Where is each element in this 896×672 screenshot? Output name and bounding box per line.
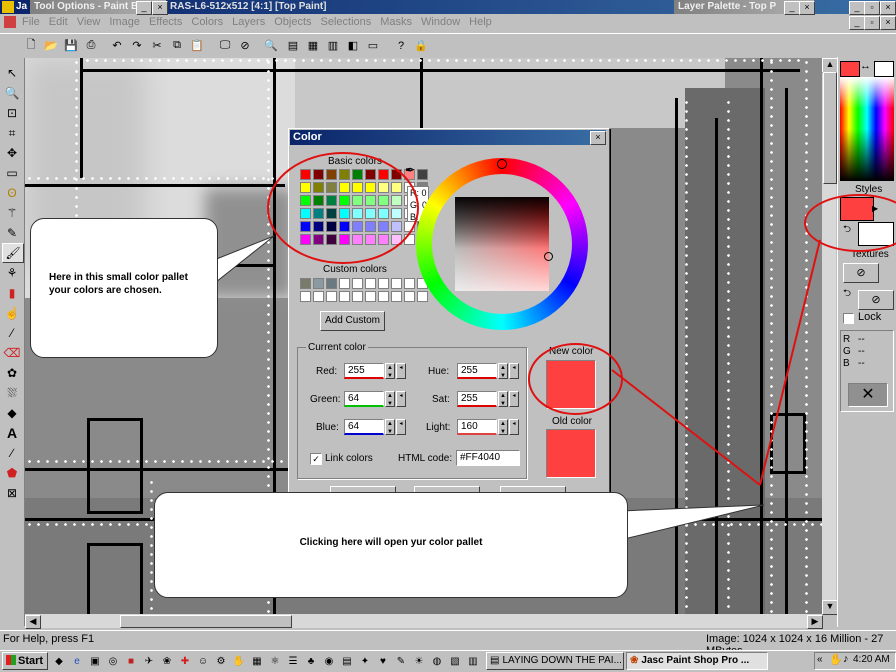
quicklaunch-icon-23[interactable]: ▧	[448, 655, 462, 668]
left-callout: Here in this small color pallet your col…	[30, 218, 218, 358]
quicklaunch-icon-7[interactable]: ❀	[160, 655, 174, 668]
quicklaunch-icon-18[interactable]: ✦	[358, 655, 372, 668]
quicklaunch-icon-5[interactable]: ■	[124, 655, 138, 668]
taskbar-task-2[interactable]: ❀ Jasc Paint Shop Pro ...	[626, 652, 768, 670]
task1-label: LAYING DOWN THE PAI...	[502, 655, 622, 666]
quicklaunch-icon-11[interactable]: ✋	[232, 655, 246, 668]
quicklaunch-icon-21[interactable]: ☀	[412, 655, 426, 668]
quicklaunch-icon-6[interactable]: ✈	[142, 655, 156, 668]
bottom-callout: Clicking here will open yur color pallet	[154, 492, 628, 598]
quicklaunch-icon-22[interactable]: ◍	[430, 655, 444, 668]
tray-volume-icon[interactable]: ♪	[843, 653, 849, 665]
quicklaunch-icon-9[interactable]: ☺	[196, 655, 210, 668]
quicklaunch-icon-12[interactable]: ▦	[250, 655, 264, 668]
quicklaunch-icon-10[interactable]: ⚙	[214, 655, 228, 668]
quicklaunch-icon-19[interactable]: ♥	[376, 655, 390, 668]
quicklaunch-icon-3[interactable]: ▣	[88, 655, 102, 668]
quicklaunch-icon-16[interactable]: ◉	[322, 655, 336, 668]
quicklaunch-icon-14[interactable]: ☰	[286, 655, 300, 668]
document-icon: ▤	[490, 655, 500, 666]
quicklaunch-icon-13[interactable]: ⚛	[268, 655, 282, 668]
quicklaunch-icon-4[interactable]: ◎	[106, 655, 120, 668]
start-button[interactable]: Start	[2, 652, 48, 670]
quicklaunch-icon-1[interactable]: ◆	[52, 655, 66, 668]
taskbar-clock: 4:20 AM	[853, 654, 890, 665]
tray-expand-icon[interactable]: «	[817, 654, 823, 665]
paint-shop-pro-icon: ❀	[630, 655, 639, 666]
windows-logo-icon	[6, 655, 16, 665]
quicklaunch-icon-20[interactable]: ✎	[394, 655, 408, 668]
start-label: Start	[18, 655, 44, 667]
quicklaunch-icon-17[interactable]: ▤	[340, 655, 354, 668]
taskbar-task-1[interactable]: ▤ LAYING DOWN THE PAI...	[486, 652, 624, 670]
tray-hand-icon[interactable]: ✋	[829, 653, 843, 666]
task2-label: Jasc Paint Shop Pro ...	[641, 655, 750, 666]
left-callout-text: Here in this small color pallet your col…	[49, 272, 188, 296]
bottom-callout-text: Clicking here will open yur color pallet	[299, 537, 483, 548]
quicklaunch-icon-24[interactable]: ▥	[466, 655, 480, 668]
quicklaunch-icon-15[interactable]: ♣	[304, 655, 318, 668]
status-help-text: For Help, press F1	[3, 633, 95, 645]
quicklaunch-icon-8[interactable]: ✚	[178, 655, 192, 668]
quicklaunch-icon-2[interactable]: e	[70, 655, 84, 668]
